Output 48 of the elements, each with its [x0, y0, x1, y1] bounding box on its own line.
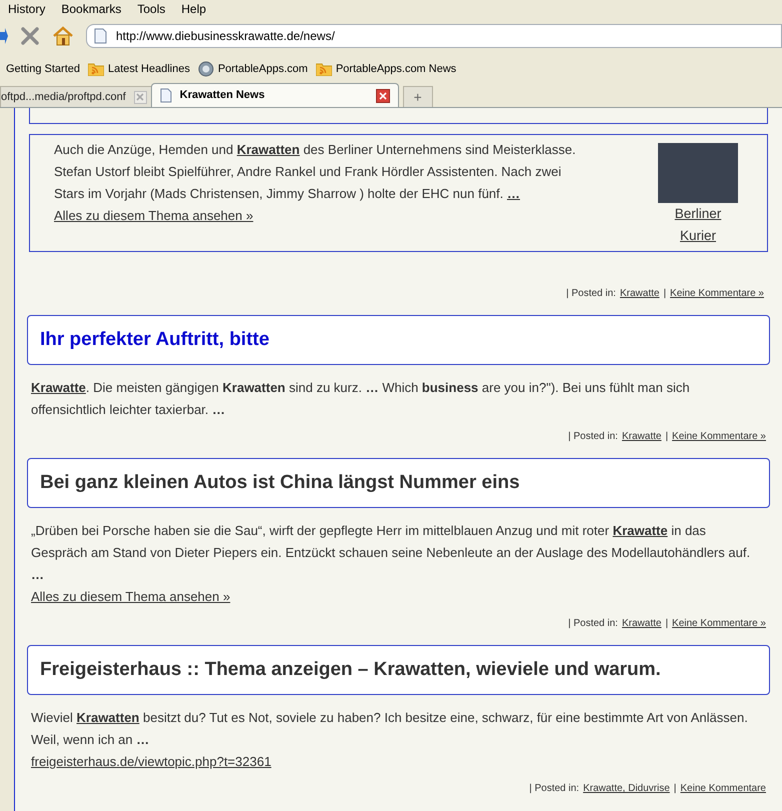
menu-item[interactable]: Bookmarks	[61, 0, 122, 18]
source-link[interactable]: Kurier	[680, 225, 716, 247]
category-link[interactable]: Krawatte, Diduvrise	[583, 781, 670, 796]
stop-icon[interactable]	[20, 26, 40, 46]
posted-in-label: | Posted in:	[529, 782, 580, 796]
address-field[interactable]: http://www.diebusinesskrawatte.de/news/	[86, 24, 782, 48]
post-excerpt: Wieviel Krawatten besitzt du? Tut es Not, soviele zu haben? Ich besitze eine, schwarz, für eine bestimmte Art von Anlässen. Weil, wenn ich an …	[31, 709, 749, 749]
browser-tab[interactable]: oftpd...media/proftpd.conf	[0, 86, 152, 107]
category-link[interactable]: Krawatte	[622, 429, 662, 444]
page-icon	[160, 88, 172, 103]
category-link[interactable]: Krawatte	[622, 616, 662, 631]
post-link[interactable]: freigeisterhaus.de/viewtopic.php?t=32361	[31, 754, 272, 769]
close-tab-icon[interactable]	[376, 88, 390, 102]
menu-item[interactable]: History	[8, 0, 46, 18]
feed-folder-icon	[316, 62, 332, 76]
post-title[interactable]: Ihr perfekter Auftritt, bitte	[40, 328, 757, 352]
feed-folder-icon	[88, 62, 104, 76]
bookmark-item[interactable]: PortableApps.com	[198, 60, 308, 78]
comments-link[interactable]: Keine Kommentare	[680, 781, 766, 796]
post-excerpt: Krawatte. Die meisten gängigen Krawatten sind zu kurz. … Which business are you in?"). Bei uns fühlt man sich offensichtlich leichter taxierbar. …	[31, 379, 691, 419]
menu-item[interactable]: Tools	[137, 0, 166, 18]
source-link[interactable]: Berliner	[674, 203, 722, 225]
separator: |	[665, 617, 668, 631]
menu-item[interactable]: Help	[181, 0, 206, 18]
article-excerpt: Auch die Anzüge, Hemden und Krawatten des Berliner Unternehmens sind Meisterklasse. Stefan Ustorf bleibt Spielführer, Andre Rankel und Frank Hördler Assistenten. Nach zwei Stars im Vorjahr (Mads Christensen, Jimmy Sharrow ) holte der EHC nun fünf. …	[54, 141, 577, 203]
posted-in-label: | Posted in:	[568, 617, 618, 631]
separator: |	[663, 287, 666, 301]
category-link[interactable]: Krawatte	[620, 286, 660, 301]
page-icon	[94, 28, 107, 44]
bookmark-item[interactable]: Getting Started	[6, 60, 80, 78]
post-title: Freigeisterhaus :: Thema anzeigen – Krawatten, wieviele und warum.	[40, 658, 662, 682]
separator: |	[665, 430, 668, 444]
browser-tab[interactable]: Krawatten News	[150, 83, 399, 107]
post-title: Bei ganz kleinen Autos ist China längst Nummer eins	[40, 471, 521, 495]
read-more-link[interactable]: Alles zu diesem Thema ansehen »	[54, 208, 254, 223]
comments-link[interactable]: Keine Kommentare »	[670, 286, 764, 301]
bookmark-item[interactable]: PortableApps.com News	[316, 60, 456, 78]
new-tab-button[interactable]: +	[402, 86, 433, 107]
post-excerpt: „Drüben bei Porsche haben sie die Sau“, wirft der gepflegte Herr im mittelblauen Anzug und mit roter Krawatte in das Gespräch am Stand von Dieter Piepers ein. Entzückt schauen seine Nebenleute an der Auslage des Modellautohändlers auf. …	[31, 522, 752, 584]
comments-link[interactable]: Keine Kommentare »	[672, 429, 766, 444]
separator: |	[674, 782, 676, 796]
bookmark-item[interactable]: Latest Headlines	[88, 60, 190, 78]
posted-in-label: | Posted in:	[568, 430, 618, 444]
post-link[interactable]: Alles zu diesem Thema ansehen »	[31, 589, 230, 604]
posted-in-label: | Posted in:	[566, 287, 616, 301]
comments-link[interactable]: Keine Kommentare »	[672, 616, 766, 631]
home-icon[interactable]	[52, 26, 74, 46]
globe-icon	[198, 61, 214, 77]
